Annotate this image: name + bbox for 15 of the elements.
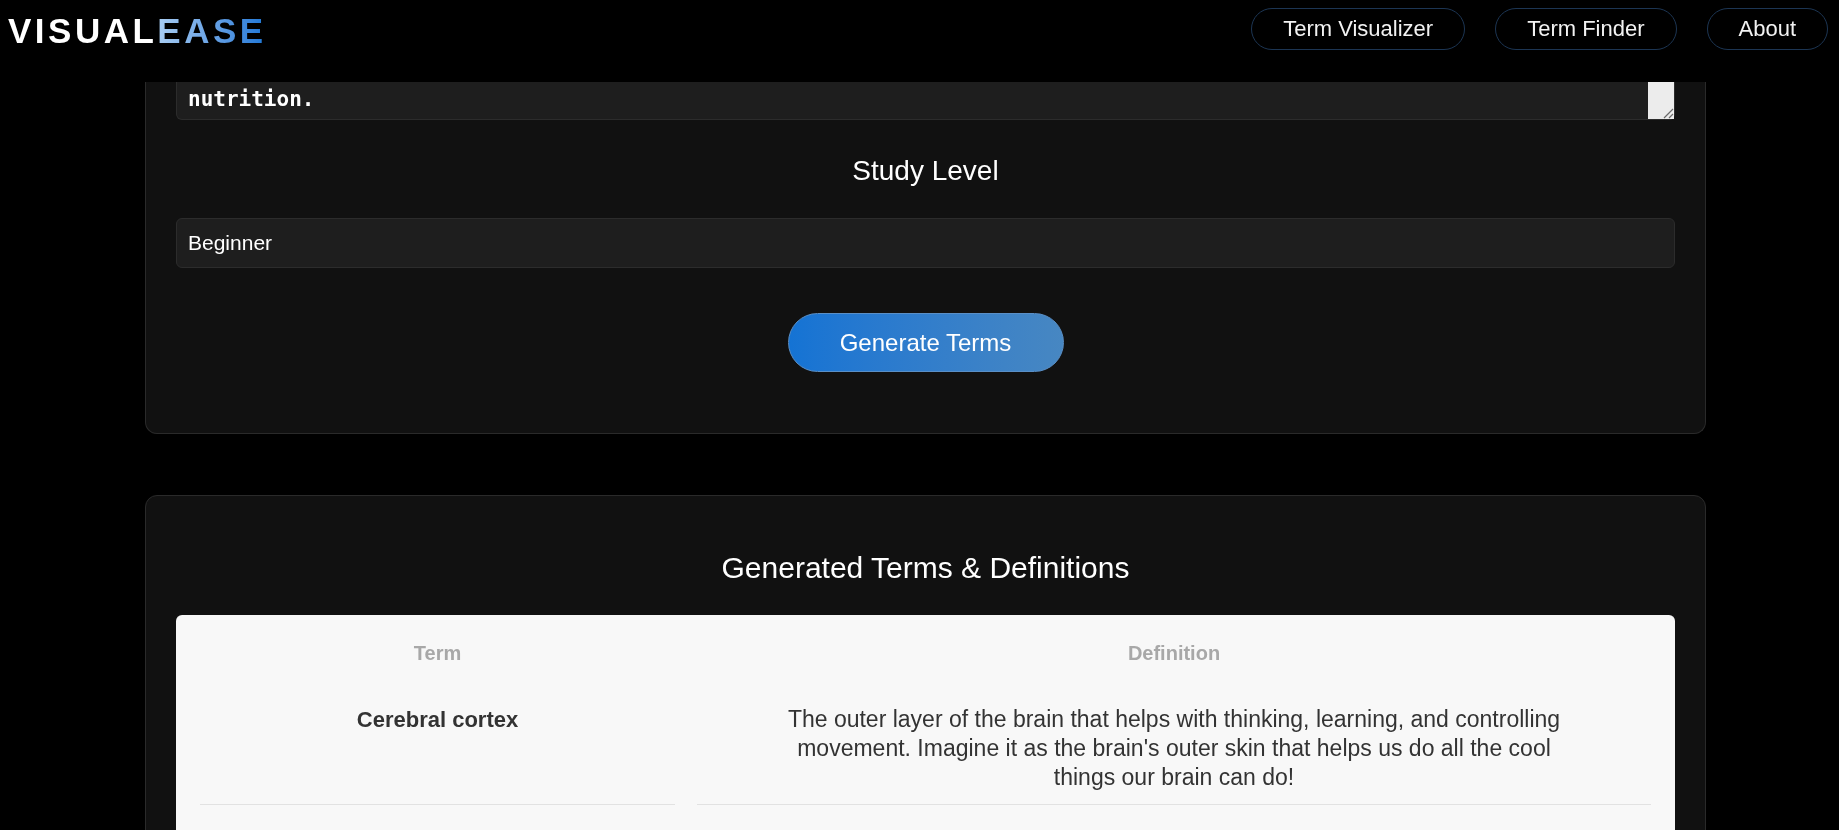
nav-link-button[interactable]: About <box>1706 8 1828 50</box>
results-title: Generated Terms & Definitions <box>721 550 1130 586</box>
resize-grip-icon[interactable] <box>1662 107 1674 119</box>
term-cell: Cerebral cortex <box>200 679 675 805</box>
column-header: Term <box>412 641 463 666</box>
nav-link-button[interactable]: Term Finder <box>1495 8 1677 50</box>
study-level-field[interactable]: Beginner <box>176 218 1675 268</box>
generate-terms-button[interactable]: Generate Terms <box>787 313 1064 372</box>
logo-wordmark: VISUALEASE <box>8 13 267 48</box>
column-header: Definition <box>1126 641 1222 666</box>
nav-link-button[interactable]: Term Visualizer <box>1251 8 1466 50</box>
text-area-value: nutrition. <box>188 86 315 113</box>
topic-text-area[interactable]: nutrition. <box>176 82 1675 120</box>
definition-cell: The outer layer of the brain that helps with thinking, learning, and controlling movement. Imagine it as the brain's outer skin that helps us do all the cool things our brain can do! <box>697 679 1651 805</box>
study-level-label: Study Level <box>852 154 999 188</box>
